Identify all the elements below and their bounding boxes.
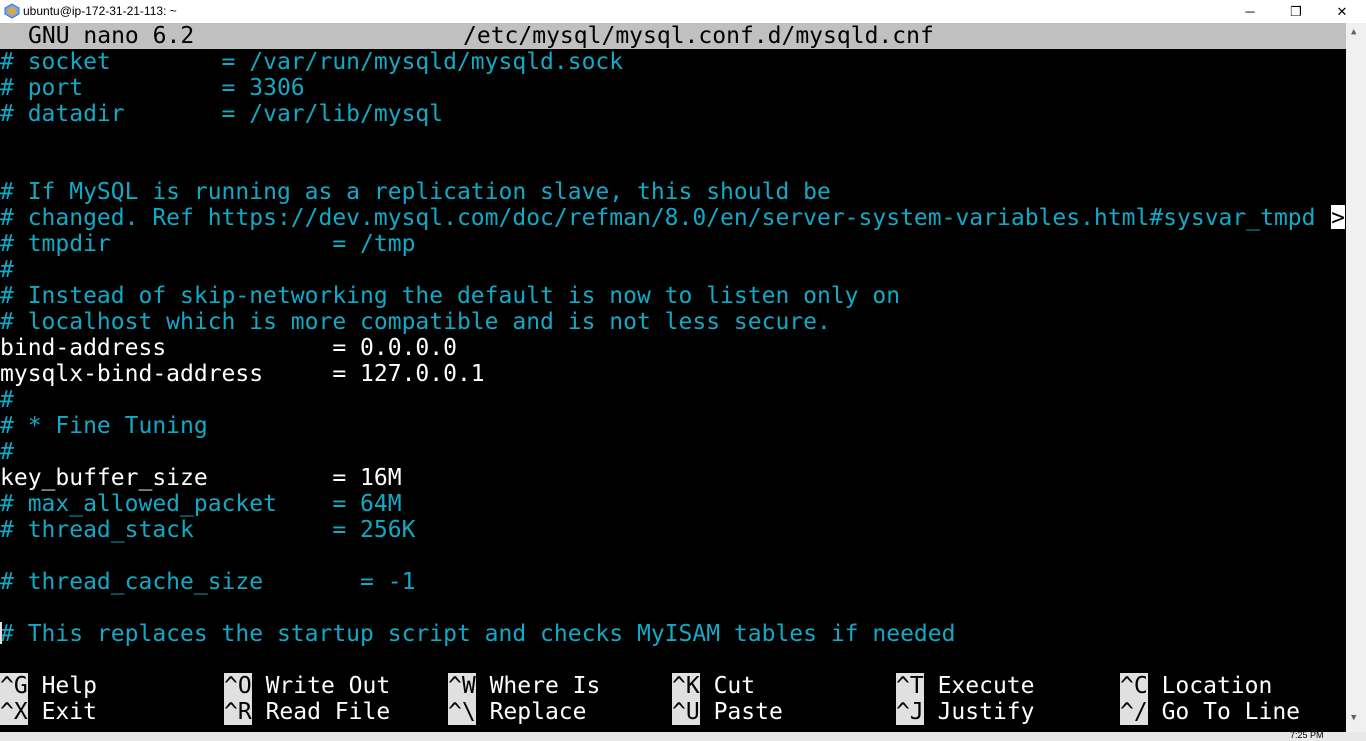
close-button[interactable]: ✕ [1319,0,1365,23]
line-truncation-marker: > [1331,205,1345,231]
shortcut-cut: ^K Cut [672,673,755,699]
editor-line: mysqlx-bind-address = 127.0.0.1 [0,361,485,387]
editor-line: # datadir = /var/lib/mysql [0,101,444,127]
shortcut-label: Where Is [489,673,601,699]
shortcut-key: ^U [672,699,700,725]
shortcut-key: ^O [224,673,252,699]
editor-line: bind-address = 0.0.0.0 [0,335,457,361]
vertical-scrollbar[interactable]: ▲ ▼ [1346,23,1366,732]
maximize-button[interactable]: ❐ [1273,0,1319,23]
shortcut-justify: ^J Justify [896,699,1035,725]
editor-line: key_buffer_size = 16M [0,465,402,491]
shortcut-label: Help [41,673,97,699]
shortcut-key: ^/ [1120,699,1148,725]
editor-line: # * Fine Tuning [0,413,208,439]
editor-line: # [0,387,14,413]
shortcut-key: ^G [0,673,28,699]
text-cursor [0,622,2,644]
editor-line: # changed. Ref https://dev.mysql.com/doc… [0,205,1316,231]
shortcut-label: Paste [713,699,783,725]
editor-line: # max_allowed_packet = 64M [0,491,402,517]
shortcut-label: Write Out [265,673,391,699]
editor-line: # tmpdir = /tmp [0,231,416,257]
shortcut-paste: ^U Paste [672,699,783,725]
scroll-down-icon[interactable]: ▼ [1351,713,1356,723]
shortcut-key: ^W [448,673,476,699]
editor-line: # This replaces the startup script and c… [0,621,956,647]
shortcut-replace: ^\ Replace [448,699,587,725]
shortcut-where-is: ^W Where Is [448,673,600,699]
editor-line: # [0,439,14,465]
shortcut-label: Cut [713,673,756,699]
editor-line: # thread_stack = 256K [0,517,416,543]
editor-line: # thread_cache_size = -1 [0,569,416,595]
shortcut-label: Replace [489,699,587,725]
shortcut-write-out: ^O Write Out [224,673,390,699]
shortcut-key: ^X [0,699,28,725]
shortcut-help: ^G Help [0,673,97,699]
shortcut-key: ^T [896,673,924,699]
shortcut-key: ^K [672,673,700,699]
shortcut-exit: ^X Exit [0,699,97,725]
window-title: ubuntu@ip-172-31-21-113: ~ [23,4,177,18]
shortcut-location: ^C Location [1120,673,1272,699]
editor-line: # localhost which is more compatible and… [0,309,831,335]
shortcut-label: Location [1161,673,1273,699]
shortcut-label: Read File [265,699,391,725]
shortcut-execute: ^T Execute [896,673,1035,699]
shortcut-key: ^J [896,699,924,725]
shortcut-key: ^\ [448,699,476,725]
taskbar-clock: 7:25 PM [1290,732,1324,740]
taskbar: 7:25 PM [0,732,1366,741]
editor-line: # [0,257,14,283]
minimize-button[interactable]: ─ [1227,0,1273,23]
shortcut-read-file: ^R Read File [224,699,390,725]
window-titlebar: ubuntu@ip-172-31-21-113: ~ ─ ❐ ✕ [0,0,1366,23]
nano-header: GNU nano 6.2 /etc/mysql/mysql.conf.d/mys… [0,23,1346,49]
shortcut-label: Exit [41,699,97,725]
scroll-up-icon[interactable]: ▲ [1351,27,1356,37]
shortcut-go-to-line: ^/ Go To Line [1120,699,1300,725]
nano-filename: /etc/mysql/mysql.conf.d/mysqld.cnf [463,23,934,49]
shortcut-key: ^C [1120,673,1148,699]
editor-line: # port = 3306 [0,75,305,101]
editor-line: # socket = /var/run/mysqld/mysqld.sock [0,49,624,75]
nano-version: GNU nano 6.2 [28,23,195,49]
shortcut-label: Execute [937,673,1035,699]
terminal-app-icon [4,3,20,19]
shortcut-label: Justify [937,699,1035,725]
shortcut-key: ^R [224,699,252,725]
shortcut-label: Go To Line [1161,699,1301,725]
terminal-area[interactable]: GNU nano 6.2 /etc/mysql/mysql.conf.d/mys… [0,23,1346,732]
editor-line: # If MySQL is running as a replication s… [0,179,831,205]
editor-line: # Instead of skip-networking the default… [0,283,901,309]
